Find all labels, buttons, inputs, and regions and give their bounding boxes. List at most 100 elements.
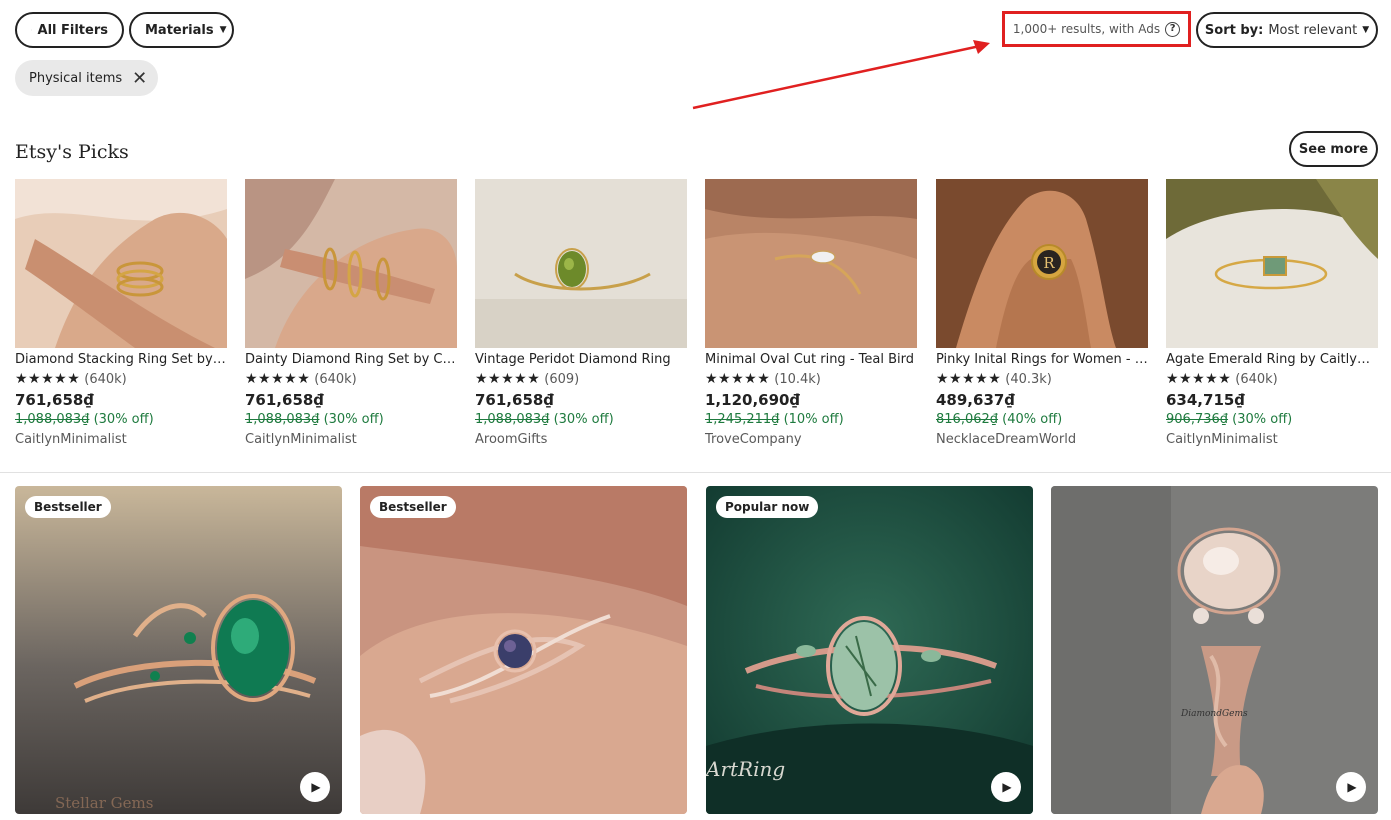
shop-name[interactable]: AroomGifts [475, 432, 687, 447]
bestseller-badge: Bestseller [370, 496, 456, 518]
section-divider [0, 472, 1391, 473]
pick-title[interactable]: Diamond Stacking Ring Set by CaitlynMini… [15, 352, 227, 367]
materials-dropdown[interactable]: Materials ▼ [129, 12, 234, 48]
rating: ★★★★★ (640k) [15, 371, 227, 387]
review-count: (10.4k) [774, 371, 821, 387]
discount: (10% off) [783, 412, 844, 427]
product-image[interactable] [15, 179, 227, 348]
review-count: (640k) [314, 371, 357, 387]
see-more-label: See more [1298, 141, 1369, 157]
pick-card[interactable]: Minimal Oval Cut ring - Teal Bird ★★★★★ … [705, 179, 917, 447]
sale-price: 489,637₫ [936, 391, 1015, 409]
review-count: (640k) [84, 371, 127, 387]
caret-down-icon: ▼ [219, 25, 227, 35]
rating: ★★★★★ (609) [475, 371, 687, 387]
physical-items-label: Physical items [29, 70, 123, 86]
original-price: 1,245,211₫ [705, 412, 780, 427]
discount: (40% off) [1002, 412, 1063, 427]
sort-label: Sort by: [1204, 22, 1264, 38]
pick-title[interactable]: Pinky Inital Rings for Women - Gold [936, 352, 1148, 367]
shop-name[interactable]: TroveCompany [705, 432, 917, 447]
star-rating-icon: ★★★★★ [15, 371, 81, 387]
help-icon[interactable]: ? [1165, 21, 1181, 37]
pick-card[interactable]: R Pinky Inital Rings for Women - Gold ★★… [936, 179, 1148, 447]
play-video-icon[interactable]: ▶ [300, 772, 330, 802]
rating: ★★★★★ (10.4k) [705, 371, 917, 387]
product-image[interactable] [1166, 179, 1378, 348]
star-rating-icon: ★★★★★ [245, 371, 311, 387]
listing-card[interactable]: DiamondGems ▶ [1051, 486, 1378, 814]
listing-card[interactable]: Stellar Gems Bestseller ▶ [15, 486, 342, 814]
caret-down-icon: ▼ [1362, 25, 1370, 35]
play-video-icon[interactable]: ▶ [1336, 772, 1366, 802]
svg-text:DiamondGems: DiamondGems [1180, 709, 1248, 719]
pick-card[interactable]: Diamond Stacking Ring Set by CaitlynMini… [15, 179, 227, 447]
product-image[interactable]: R [936, 179, 1148, 348]
product-image: Stellar Gems [15, 486, 342, 814]
results-count: 1,000+ results, with Ads ? [1002, 11, 1191, 47]
sale-price: 761,658₫ [245, 391, 324, 409]
discount: (30% off) [1232, 412, 1293, 427]
star-rating-icon: ★★★★★ [936, 371, 1002, 387]
star-rating-icon: ★★★★★ [705, 371, 771, 387]
star-rating-icon: ★★★★★ [475, 371, 541, 387]
svg-text:Stellar Gems: Stellar Gems [55, 794, 153, 812]
rating: ★★★★★ (640k) [1166, 371, 1378, 387]
rating: ★★★★★ (40.3k) [936, 371, 1148, 387]
listing-card[interactable]: ArtRing Popular now ▶ [706, 486, 1033, 814]
pick-card[interactable]: Dainty Diamond Ring Set by CaitlynMinima… [245, 179, 457, 447]
materials-label: Materials [145, 22, 214, 38]
svg-text:ArtRing: ArtRing [706, 757, 785, 781]
product-image: DiamondGems [1051, 486, 1378, 814]
pick-card[interactable]: Vintage Peridot Diamond Ring ★★★★★ (609)… [475, 179, 687, 447]
sort-dropdown[interactable]: Sort by: Most relevant ▼ [1196, 12, 1378, 48]
discount: (30% off) [93, 412, 154, 427]
original-price: 906,736₫ [1166, 412, 1229, 427]
shop-name[interactable]: CaitlynMinimalist [245, 432, 457, 447]
all-filters-button[interactable]: All Filters [15, 12, 124, 48]
product-image[interactable] [705, 179, 917, 348]
see-more-button[interactable]: See more [1289, 131, 1378, 167]
original-price-row: 1,088,083₫ (30% off) [475, 412, 687, 427]
original-price-row: 816,062₫ (40% off) [936, 412, 1148, 427]
section-heading: Etsy's Picks [15, 141, 129, 163]
svg-text:R: R [1043, 254, 1055, 272]
close-icon[interactable]: ✕ [132, 68, 147, 89]
product-image [360, 486, 687, 814]
original-price: 1,088,083₫ [15, 412, 90, 427]
listing-card[interactable]: Bestseller [360, 486, 687, 814]
shop-name[interactable]: CaitlynMinimalist [15, 432, 227, 447]
results-count-text: 1,000+ results, with Ads [1012, 22, 1161, 36]
shop-name[interactable]: NecklaceDreamWorld [936, 432, 1148, 447]
physical-items-chip[interactable]: Physical items ✕ [15, 60, 158, 96]
review-count: (640k) [1235, 371, 1278, 387]
pick-card[interactable]: Agate Emerald Ring by CaitlynMinimalist … [1166, 179, 1378, 447]
original-price-row: 906,736₫ (30% off) [1166, 412, 1378, 427]
star-rating-icon: ★★★★★ [1166, 371, 1232, 387]
sale-price: 634,715₫ [1166, 391, 1245, 409]
pick-title[interactable]: Dainty Diamond Ring Set by CaitlynMinima… [245, 352, 457, 367]
pick-title[interactable]: Vintage Peridot Diamond Ring [475, 352, 687, 367]
discount: (30% off) [553, 412, 614, 427]
all-filters-label: All Filters [37, 22, 108, 38]
sale-price: 761,658₫ [475, 391, 554, 409]
sale-price: 1,120,690₫ [705, 391, 800, 409]
product-image: ArtRing [706, 486, 1033, 814]
product-image[interactable] [245, 179, 457, 348]
sort-value: Most relevant [1268, 22, 1358, 38]
play-video-icon[interactable]: ▶ [991, 772, 1021, 802]
bestseller-badge: Bestseller [25, 496, 111, 518]
sliders-icon [31, 29, 32, 31]
shop-name[interactable]: CaitlynMinimalist [1166, 432, 1378, 447]
sale-price: 761,658₫ [15, 391, 94, 409]
original-price: 1,088,083₫ [245, 412, 320, 427]
original-price-row: 1,088,083₫ (30% off) [245, 412, 457, 427]
original-price-row: 1,088,083₫ (30% off) [15, 412, 227, 427]
pick-title[interactable]: Minimal Oval Cut ring - Teal Bird [705, 352, 917, 367]
rating: ★★★★★ (640k) [245, 371, 457, 387]
product-image[interactable] [475, 179, 687, 348]
original-price: 1,088,083₫ [475, 412, 550, 427]
review-count: (40.3k) [1005, 371, 1052, 387]
popular-now-badge: Popular now [716, 496, 819, 518]
pick-title[interactable]: Agate Emerald Ring by CaitlynMinimalist [1166, 352, 1378, 367]
